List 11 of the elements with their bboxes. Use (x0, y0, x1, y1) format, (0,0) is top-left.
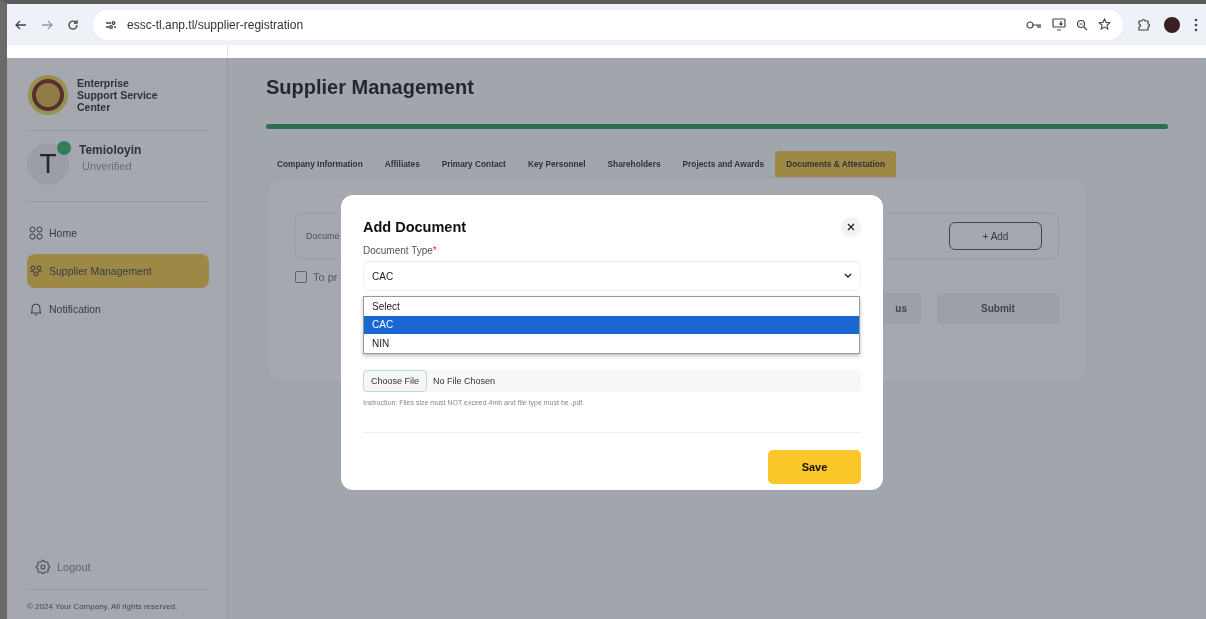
checkbox-label: To pr (313, 271, 338, 283)
user-name: Temioloyin (79, 143, 142, 157)
brand-name: Enterprise Support Service Center (77, 76, 159, 114)
modal-title: Add Document (363, 219, 467, 235)
url-text: essc-tl.anp.tl/supplier-registration (127, 17, 305, 32)
field-label: Document Type* (363, 245, 438, 256)
file-status: No File Chosen (433, 376, 496, 386)
user-status: Unverified (81, 160, 133, 172)
page-title: Supplier Management (266, 76, 475, 99)
user-avatar: T (27, 143, 69, 185)
copyright-text: © 2024 Your Company. All rights reserved. (27, 589, 209, 611)
